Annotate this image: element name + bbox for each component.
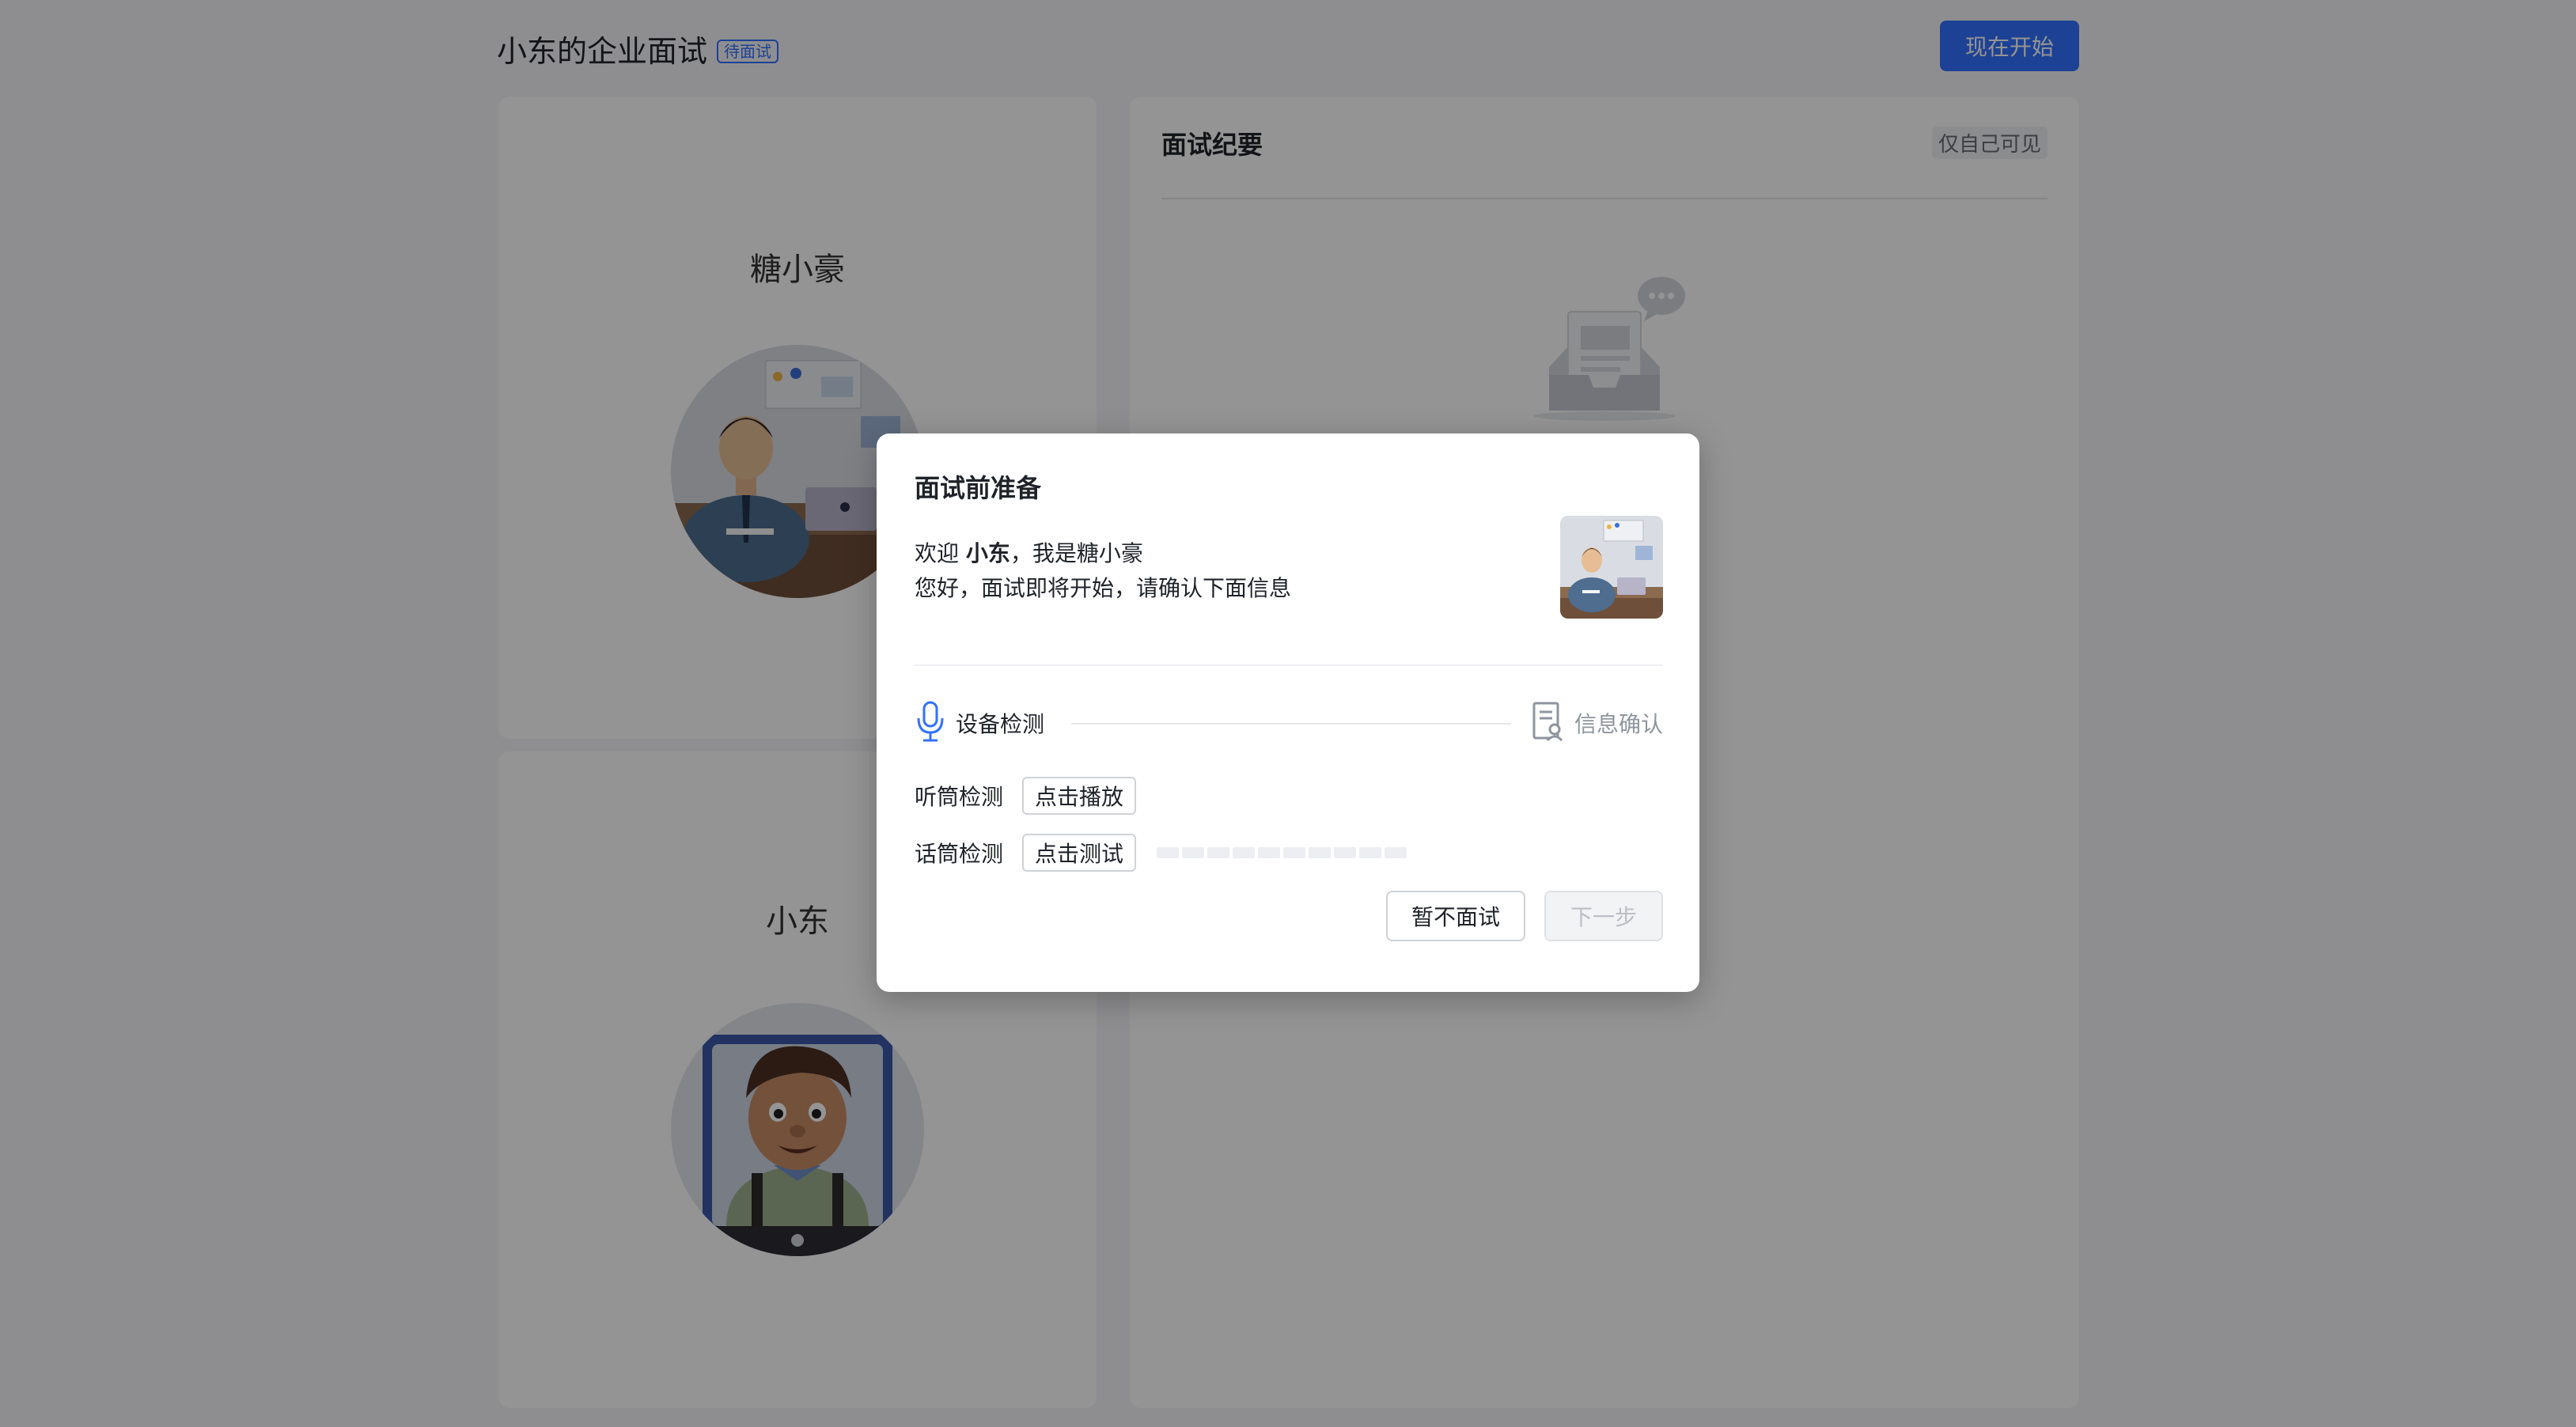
level-segment bbox=[1157, 847, 1180, 858]
level-segment bbox=[1359, 847, 1382, 858]
interviewer-thumbnail-icon bbox=[1560, 516, 1663, 619]
mic-test-button[interactable]: 点击测试 bbox=[1022, 834, 1137, 872]
step-device-label: 设备检测 bbox=[956, 711, 1045, 737]
mic-check-row: 话筒检测 点击测试 bbox=[915, 834, 1407, 872]
microphone-icon bbox=[915, 701, 946, 745]
level-segment bbox=[1182, 847, 1205, 858]
level-segment bbox=[1309, 847, 1332, 858]
speaker-check-label: 听筒检测 bbox=[915, 784, 1004, 810]
level-segment bbox=[1207, 847, 1230, 858]
play-test-button[interactable]: 点击播放 bbox=[1022, 777, 1137, 815]
step-info-label: 信息确认 bbox=[1574, 711, 1663, 737]
step-connector bbox=[1071, 723, 1511, 725]
level-segment bbox=[1258, 847, 1281, 858]
mic-check-label: 话筒检测 bbox=[915, 841, 1004, 867]
modal-title: 面试前准备 bbox=[915, 473, 1042, 503]
page: 小东的企业面试 待面试 现在开始 糖小豪 小东 面试纪要 仅自己可见 面试前准备… bbox=[0, 0, 2576, 1427]
level-segment bbox=[1334, 847, 1357, 858]
welcome-text: 欢迎 小东，我是糖小豪 bbox=[915, 536, 1143, 568]
welcome-prefix: 欢迎 bbox=[915, 540, 966, 566]
next-step-button[interactable]: 下一步 bbox=[1544, 891, 1663, 941]
level-segment bbox=[1283, 847, 1306, 858]
welcome-name: 小东 bbox=[965, 540, 1010, 566]
speaker-check-row: 听筒检测 点击播放 bbox=[915, 777, 1137, 815]
mic-level-meter bbox=[1157, 847, 1407, 858]
document-icon bbox=[1532, 701, 1565, 745]
pre-interview-modal: 面试前准备 欢迎 小东，我是糖小豪 您好，面试即将开始，请确认下面信息 设备检测… bbox=[877, 433, 1699, 992]
step-info-confirm: 信息确认 bbox=[1532, 701, 1663, 745]
intro-text: 您好，面试即将开始，请确认下面信息 bbox=[915, 575, 1292, 601]
step-device-check: 设备检测 bbox=[915, 701, 1044, 745]
level-segment bbox=[1233, 847, 1256, 858]
modal-divider bbox=[915, 664, 1663, 666]
welcome-suffix: ，我是糖小豪 bbox=[1010, 540, 1143, 566]
level-segment bbox=[1385, 847, 1407, 858]
not-now-button[interactable]: 暂不面试 bbox=[1386, 891, 1525, 941]
